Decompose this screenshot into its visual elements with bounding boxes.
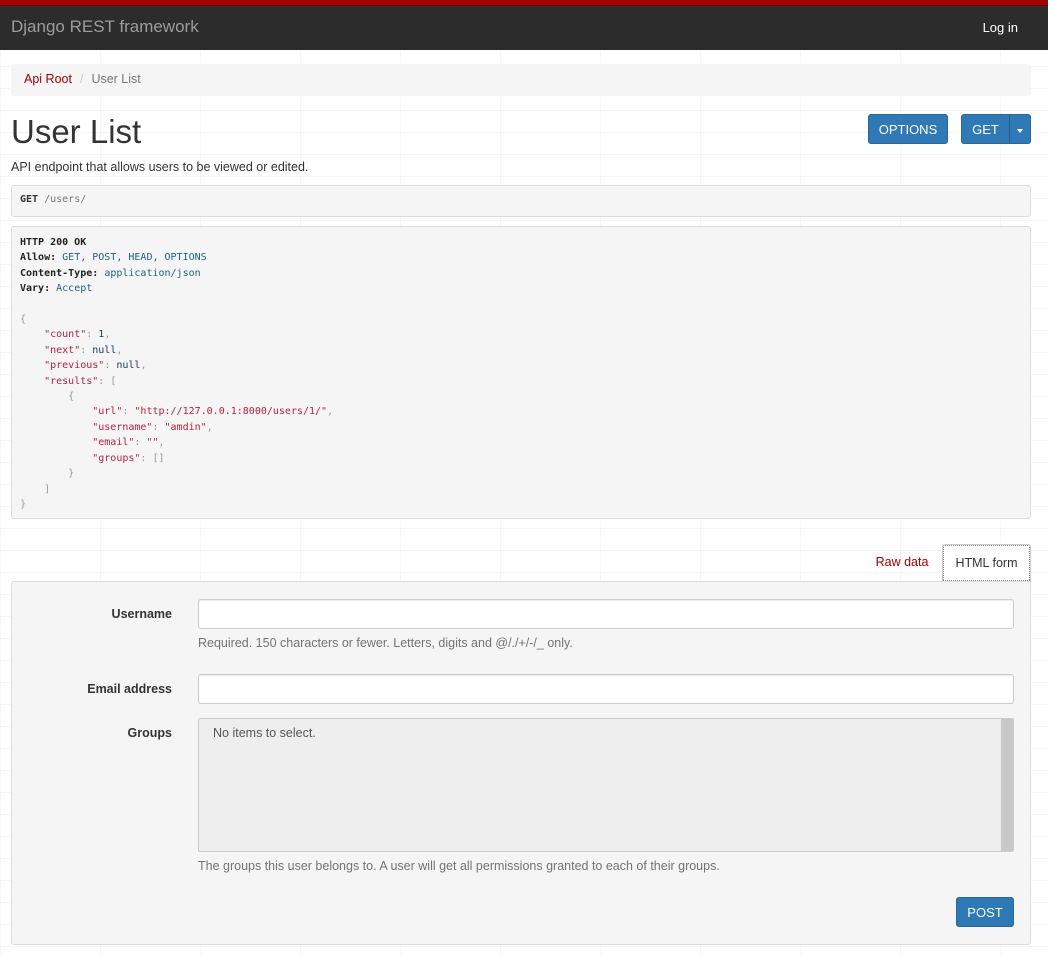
groups-select[interactable]: No items to select. bbox=[198, 718, 1014, 852]
groups-label: Groups bbox=[127, 726, 172, 740]
breadcrumb: Api Root / User List bbox=[11, 64, 1031, 96]
page-title: User List bbox=[11, 113, 142, 150]
get-format-dropdown[interactable] bbox=[1009, 114, 1031, 144]
tab-raw-data[interactable]: Raw data bbox=[863, 545, 941, 582]
json-key: "groups" bbox=[92, 452, 141, 464]
groups-help: The groups this user belongs to. A user … bbox=[198, 859, 720, 873]
json-key: "email" bbox=[92, 437, 135, 449]
get-button[interactable]: GET bbox=[961, 114, 1010, 144]
post-button[interactable]: POST bbox=[956, 897, 1014, 927]
caret-down-icon bbox=[1017, 128, 1023, 133]
groups-empty-text: No items to select. bbox=[213, 726, 316, 740]
json-key: "results" bbox=[44, 375, 99, 387]
header-value: GET, POST, HEAD, OPTIONS bbox=[62, 252, 207, 264]
groups-scrollbar[interactable] bbox=[1001, 719, 1013, 851]
email-input[interactable] bbox=[198, 674, 1014, 704]
brand[interactable]: Django REST framework bbox=[11, 17, 199, 37]
options-button[interactable]: OPTIONS bbox=[868, 114, 948, 144]
breadcrumb-separator: / bbox=[79, 72, 84, 86]
header-key: Vary: bbox=[20, 283, 51, 295]
email-label: Email address bbox=[87, 682, 172, 696]
json-value: null bbox=[116, 360, 141, 372]
json-value: "" bbox=[146, 437, 159, 449]
page-description: API endpoint that allows users to be vie… bbox=[11, 160, 309, 174]
json-value: [] bbox=[152, 452, 165, 464]
header-key: Allow: bbox=[20, 252, 57, 264]
breadcrumb-current: User List bbox=[91, 72, 141, 86]
response-content: HTTP 200 OK Allow: GET, POST, HEAD, OPTI… bbox=[11, 226, 1031, 519]
json-value: null bbox=[92, 344, 117, 356]
request-method: GET bbox=[20, 194, 39, 205]
login-link[interactable]: Log in bbox=[983, 20, 1018, 35]
username-help: Required. 150 characters or fewer. Lette… bbox=[198, 636, 573, 650]
header-value: Accept bbox=[56, 283, 93, 295]
response-status: HTTP 200 OK bbox=[20, 237, 87, 248]
json-key: "url" bbox=[92, 406, 123, 418]
tab-html-form[interactable]: HTML form bbox=[942, 544, 1031, 582]
header-value: application/json bbox=[104, 267, 201, 279]
request-info: GET /users/ bbox=[11, 185, 1031, 217]
html-form: Username Required. 150 characters or few… bbox=[11, 581, 1031, 945]
breadcrumb-api-root[interactable]: Api Root bbox=[24, 72, 72, 86]
json-key: "count" bbox=[44, 329, 87, 341]
json-key: "next" bbox=[44, 344, 81, 356]
navbar: Django REST framework Log in bbox=[0, 0, 1048, 50]
header-key: Content-Type: bbox=[20, 267, 99, 279]
json-key: "username" bbox=[92, 421, 153, 433]
json-key: "previous" bbox=[44, 360, 105, 372]
json-value: "http://127.0.0.1:8000/users/1/" bbox=[134, 406, 328, 418]
request-path: /users/ bbox=[44, 194, 87, 205]
username-label: Username bbox=[111, 607, 172, 621]
username-input[interactable] bbox=[198, 599, 1014, 629]
json-value: "amdin" bbox=[164, 421, 207, 433]
